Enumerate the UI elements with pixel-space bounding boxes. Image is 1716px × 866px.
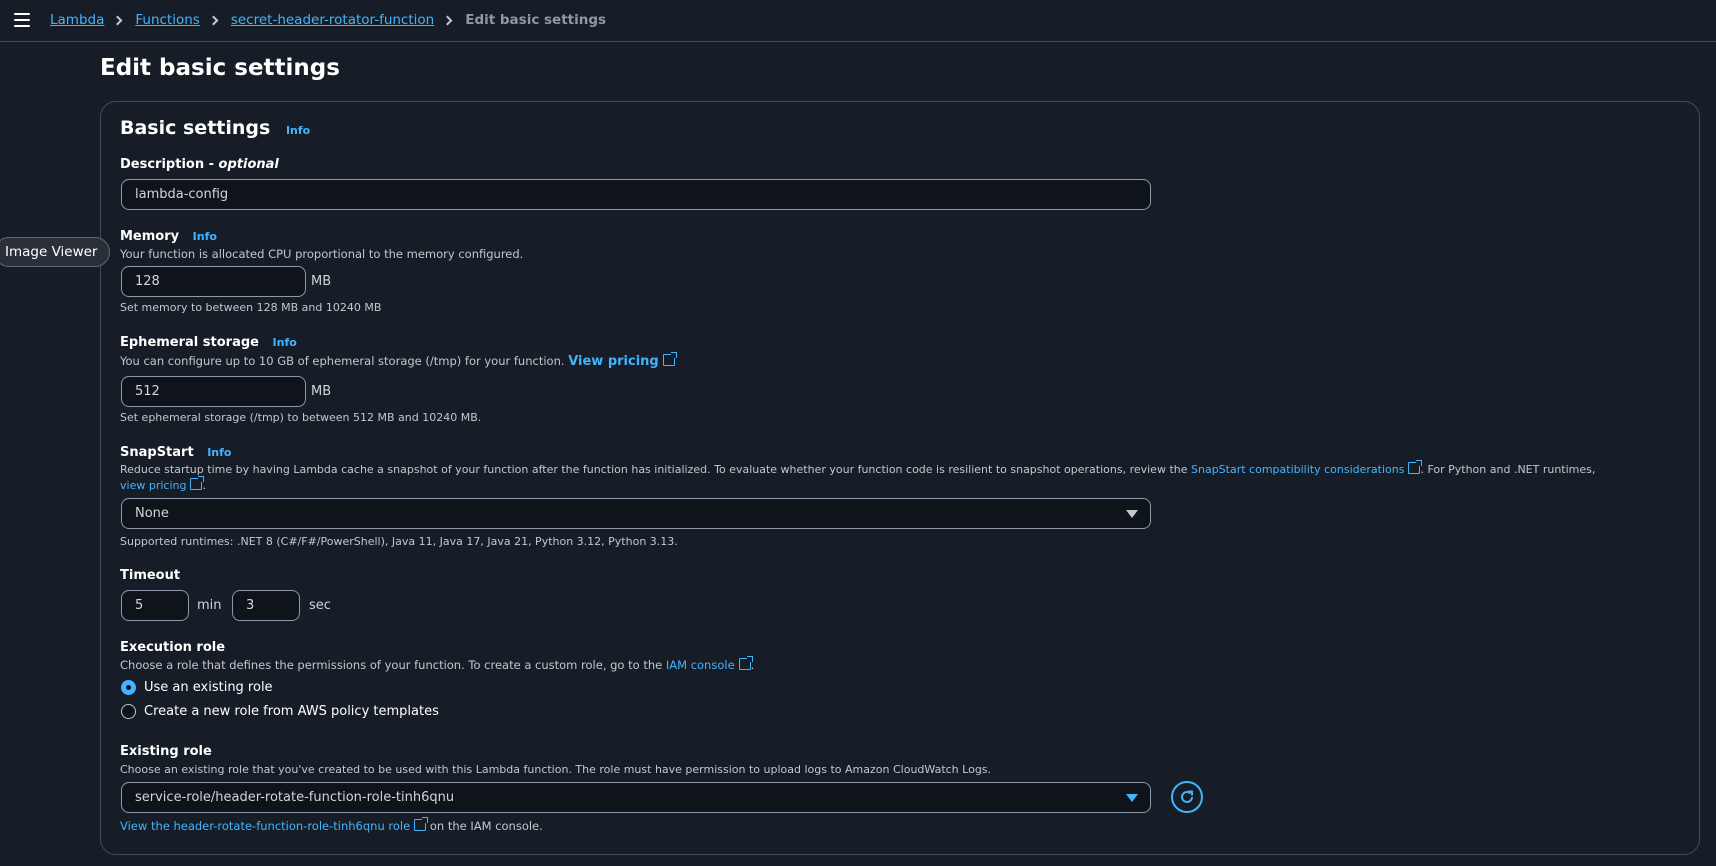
radio-label-new[interactable]: Create a new role from AWS policy templa… (144, 704, 439, 719)
description-label: Description - optional (120, 157, 279, 172)
execution-role-description: Choose a role that defines the permissio… (120, 656, 754, 672)
breadcrumb: Lambda Functions secret-header-rotator-f… (50, 12, 606, 28)
ephemeral-hint: Set ephemeral storage (/tmp) to between … (120, 411, 482, 424)
info-link[interactable]: Info (286, 124, 310, 137)
chevron-right-icon (442, 15, 453, 25)
radio-label-existing[interactable]: Use an existing role (144, 680, 273, 695)
ephemeral-label: Ephemeral storage Info (120, 335, 297, 350)
caret-down-icon (1126, 794, 1138, 802)
snapstart-info-link[interactable]: Info (207, 446, 231, 459)
external-link-icon (738, 656, 753, 670)
timeout-sec-unit: sec (309, 598, 331, 613)
description-input[interactable]: lambda-config (121, 179, 1151, 210)
view-pricing-link[interactable]: View pricing (568, 352, 677, 369)
snapstart-label-text: SnapStart (120, 445, 194, 460)
memory-hint: Set memory to between 128 MB and 10240 M… (120, 301, 382, 314)
memory-label-text: Memory (120, 229, 180, 244)
chevron-right-icon (208, 15, 219, 25)
existing-role-label: Existing role (120, 744, 212, 759)
ephemeral-description: You can configure up to 10 GB of ephemer… (120, 352, 677, 369)
snapstart-compat-text: SnapStart compatibility considerations (1191, 463, 1405, 476)
snapstart-compat-link[interactable]: SnapStart compatibility considerations (1191, 460, 1423, 476)
timeout-sec-input[interactable]: 3 (232, 590, 300, 621)
ephemeral-unit: MB (311, 384, 332, 399)
breadcrumb-lambda[interactable]: Lambda (50, 12, 104, 28)
iam-console-text: IAM console (665, 658, 735, 672)
memory-info-link[interactable]: Info (193, 230, 217, 243)
memory-unit: MB (311, 274, 332, 289)
external-link-icon (414, 817, 429, 831)
existing-role-description: Choose an existing role that you've crea… (120, 763, 992, 776)
page-title: Edit basic settings (100, 55, 340, 81)
refresh-icon (1181, 790, 1193, 803)
caret-down-icon (1126, 510, 1138, 518)
snapstart-desc-text: Reduce startup time by having Lambda cac… (120, 463, 1188, 476)
ephemeral-input[interactable]: 512 (121, 376, 306, 407)
external-link-icon (190, 476, 205, 490)
timeout-min-unit: min (197, 598, 222, 613)
memory-input[interactable]: 128 (121, 266, 306, 297)
breadcrumb-function-name[interactable]: secret-header-rotator-function (231, 12, 434, 28)
menu-icon[interactable] (14, 13, 30, 27)
description-label-text: Description - (120, 157, 219, 172)
ephemeral-label-text: Ephemeral storage (120, 335, 259, 350)
section-title-text: Basic settings (120, 117, 271, 139)
top-navigation-bar: Lambda Functions secret-header-rotator-f… (0, 0, 1716, 42)
pricing-text: pricing (148, 479, 187, 492)
execution-role-label: Execution role (120, 640, 226, 655)
radio-use-existing-role[interactable] (121, 680, 136, 695)
refresh-button[interactable] (1171, 781, 1203, 813)
snapstart-selected: None (135, 506, 169, 521)
snapstart-desc-text-2: . For Python and .NET runtimes, (1420, 463, 1596, 476)
radio-create-new-role[interactable] (121, 704, 136, 719)
view-role-line: View the header-rotate-function-role-tin… (120, 817, 543, 833)
existing-role-select[interactable]: service-role/header-rotate-function-role… (121, 782, 1151, 813)
existing-role-selected: service-role/header-rotate-function-role… (135, 790, 455, 805)
view-text: view (120, 479, 146, 492)
breadcrumb-current: Edit basic settings (465, 12, 607, 28)
view-pricing-text: View pricing (568, 354, 659, 369)
memory-description: Your function is allocated CPU proportio… (120, 247, 524, 261)
snapstart-description: Reduce startup time by having Lambda cac… (120, 460, 1620, 494)
view-role-suffix: on the IAM console. (429, 819, 543, 833)
snapstart-hint: Supported runtimes: .NET 8 (C#/F#/PowerS… (120, 535, 678, 548)
section-title: Basic settings Info (120, 117, 310, 139)
view-pricing-link-2[interactable]: view pricing (120, 476, 205, 492)
memory-label: Memory Info (120, 229, 217, 244)
ephemeral-info-link[interactable]: Info (273, 336, 297, 349)
external-link-icon (662, 352, 677, 366)
execution-role-desc-text: Choose a role that defines the permissio… (120, 658, 663, 672)
breadcrumb-functions[interactable]: Functions (135, 12, 199, 28)
view-role-link[interactable]: View the header-rotate-function-role-tin… (120, 817, 429, 833)
timeout-min-input[interactable]: 5 (121, 590, 189, 621)
iam-console-link[interactable]: IAM console (665, 656, 753, 672)
optional-text: optional (218, 157, 279, 172)
chevron-right-icon (112, 15, 123, 25)
snapstart-label: SnapStart Info (120, 445, 231, 460)
external-link-icon (1408, 460, 1423, 474)
timeout-label: Timeout (120, 568, 181, 583)
ephemeral-description-text: You can configure up to 10 GB of ephemer… (120, 354, 565, 368)
view-role-text: View the header-rotate-function-role-tin… (120, 819, 411, 833)
image-viewer-tooltip: Image Viewer (0, 237, 111, 267)
snapstart-select[interactable]: None (121, 498, 1151, 529)
